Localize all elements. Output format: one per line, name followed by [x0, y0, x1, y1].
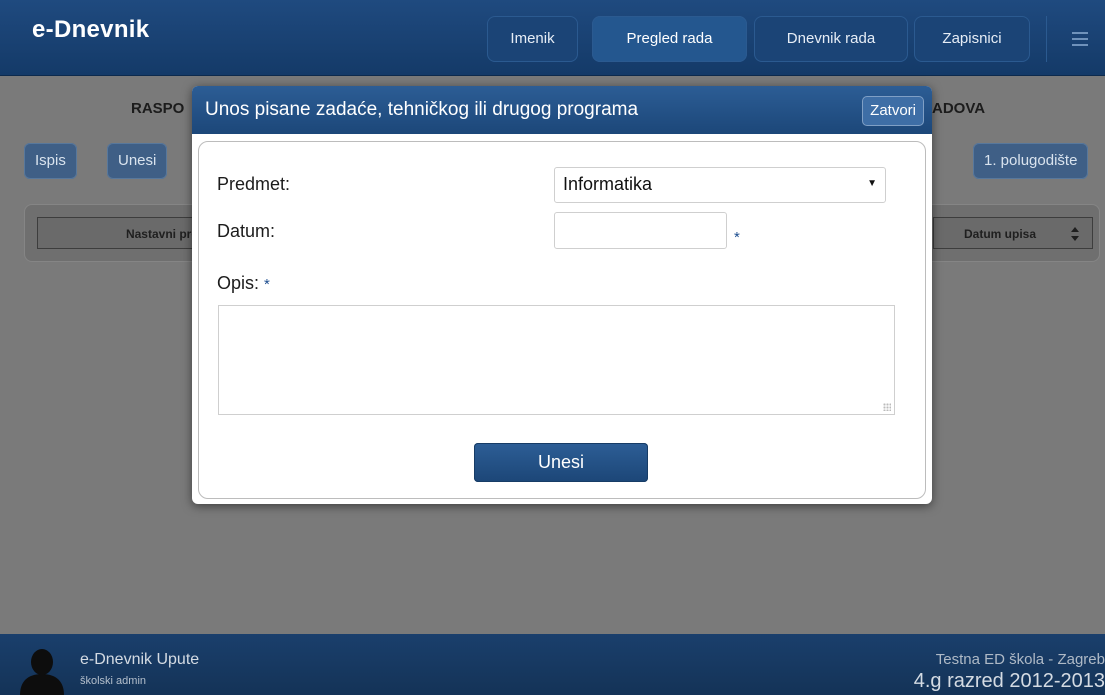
user-role: školski admin	[80, 675, 147, 687]
app-logo[interactable]: e-Dnevnik	[32, 16, 149, 44]
page-title-right: ADOVA	[932, 100, 986, 117]
dialog-header: Unos pisane zadaće, tehničkog ili drugog…	[192, 86, 932, 134]
subject-label: Predmet:	[217, 174, 291, 194]
column-header-entry-date[interactable]: Datum upisa	[933, 217, 1093, 249]
help-link[interactable]: e-Dnevnik Upute	[80, 651, 199, 669]
nav-zapisnici[interactable]: Zapisnici	[914, 16, 1030, 62]
close-button[interactable]: Zatvori	[862, 96, 924, 126]
description-label: Opis: *	[217, 273, 270, 294]
date-label: Datum:	[217, 221, 276, 241]
add-button[interactable]: Unesi	[107, 143, 168, 179]
footer: e-Dnevnik Upute školski admin Testna ED …	[0, 634, 1105, 695]
assignment-entry-dialog: Unos pisane zadaće, tehničkog ili drugog…	[192, 86, 932, 504]
top-navbar: e-Dnevnik Imenik Pregled rada Dnevnik ra…	[0, 0, 1105, 76]
subject-select[interactable]: Informatika ▼	[554, 167, 886, 203]
date-input[interactable]	[554, 212, 727, 249]
nav-imenik[interactable]: Imenik	[487, 16, 578, 62]
description-textarea[interactable]	[218, 305, 895, 415]
column-header-subject[interactable]: Nastavni pre	[37, 217, 205, 249]
semester-button[interactable]: 1. polugodište	[973, 143, 1089, 179]
resize-grip-icon[interactable]	[883, 403, 891, 411]
dialog-form: Predmet: Informatika ▼ Datum: * Opis: * …	[198, 141, 926, 499]
description-label-text: Opis:	[217, 273, 260, 293]
column-header-entry-date-label: Datum upisa	[964, 227, 1037, 241]
nav-pregled-rada[interactable]: Pregled rada	[592, 16, 747, 62]
date-required-mark: *	[734, 229, 740, 246]
class-year[interactable]: 4.g razred 2012-2013	[914, 670, 1105, 693]
nav-dnevnik-rada[interactable]: Dnevnik rada	[754, 16, 908, 62]
school-name: Testna ED škola - Zagreb	[935, 651, 1105, 668]
menu-icon[interactable]	[1046, 16, 1105, 62]
submit-button[interactable]: Unesi	[474, 443, 648, 482]
page-title-left: RASPO	[131, 100, 185, 117]
subject-select-value: Informatika	[563, 174, 653, 194]
dialog-title: Unos pisane zadaće, tehničkog ili drugog…	[205, 99, 639, 120]
description-required-mark: *	[264, 276, 270, 293]
print-button[interactable]: Ispis	[24, 143, 77, 179]
sort-updown-icon	[1071, 227, 1079, 241]
chevron-down-icon: ▼	[867, 178, 877, 189]
user-silhouette-icon	[20, 649, 64, 695]
column-header-subject-label: Nastavni pre	[125, 227, 198, 241]
